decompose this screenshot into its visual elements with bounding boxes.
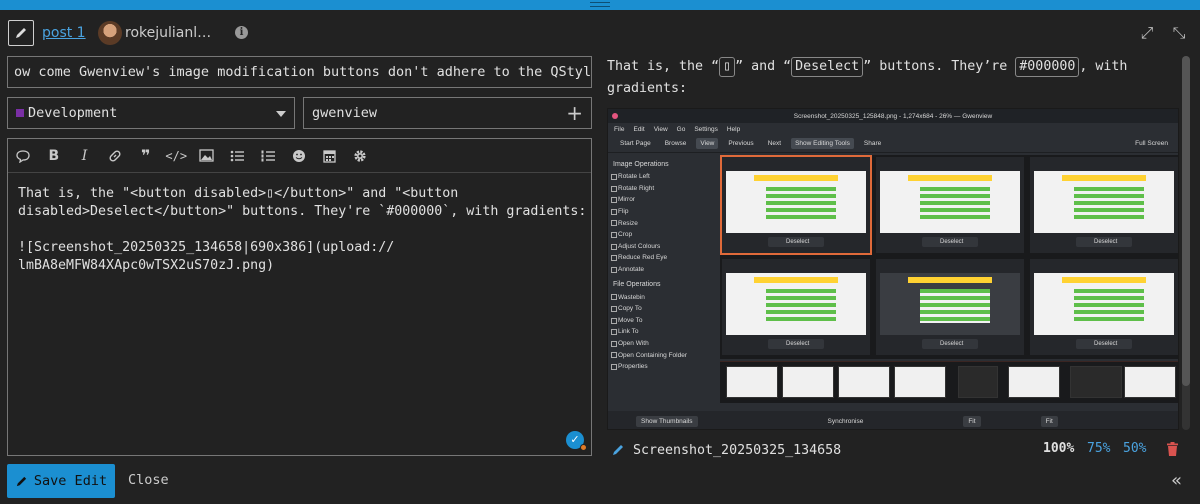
tag-input[interactable]: gwenview +	[303, 97, 592, 129]
chevron-down-icon	[276, 111, 286, 117]
app-icon	[612, 113, 618, 119]
resize-grip-icon[interactable]	[590, 2, 610, 7]
preview-pane: That is, the “▯” and “Deselect” buttons.…	[607, 57, 1128, 96]
quote-icon[interactable]: ❞	[130, 139, 161, 173]
embedded-screenshot[interactable]: Screenshot_20250325_125848.png - 1,274x6…	[607, 108, 1179, 430]
trash-icon[interactable]	[1167, 442, 1178, 456]
topic-title-input[interactable]: ow come Gwenview's image modification bu…	[7, 56, 592, 88]
collapse-icon[interactable]: ⤡	[1170, 24, 1188, 42]
double-chevron-left-icon[interactable]: «	[1171, 470, 1182, 491]
image-caption: Screenshot_20250325_134658 100% 75% 50%	[607, 438, 1179, 462]
zoom-50-link[interactable]: 50%	[1123, 441, 1146, 456]
close-button[interactable]: Close	[128, 472, 169, 488]
pencil-icon[interactable]	[611, 443, 625, 457]
editor-textarea[interactable]: That is, the "<button disabled>▯</button…	[18, 185, 586, 275]
image-icon[interactable]	[192, 139, 223, 173]
gwenview-image-grid: Deselect Deselect Deselect Deselect Dese…	[720, 155, 1178, 359]
gwenview-statusbar: Show Thumbnails Synchronise Fit Fit	[608, 411, 1178, 429]
category-select[interactable]: Development	[7, 97, 295, 129]
gwenview-titlebar: Screenshot_20250325_125848.png - 1,274x6…	[608, 109, 1178, 123]
category-label: Development	[28, 105, 118, 121]
italic-icon[interactable]: I	[69, 139, 100, 173]
post-link[interactable]: post 1	[42, 25, 86, 41]
zoom-75-link[interactable]: 75%	[1087, 441, 1110, 456]
username: rokejulianl…	[125, 25, 212, 41]
tag-value: gwenview	[312, 105, 378, 121]
pencil-icon	[16, 476, 27, 486]
inline-button-chip: Deselect	[791, 57, 864, 77]
numbered-list-icon[interactable]	[253, 139, 284, 173]
category-color-swatch	[16, 109, 24, 117]
pencil-icon	[16, 28, 26, 38]
bold-icon[interactable]: B	[39, 139, 70, 173]
inline-code-chip: #000000	[1015, 57, 1080, 77]
avatar	[98, 21, 122, 45]
preview-scrollbar-thumb[interactable]	[1182, 56, 1190, 386]
gwenview-sidebar: Image Operations Rotate Left Rotate Righ…	[608, 155, 718, 403]
editor-toolbar: B I ❞ </>	[8, 139, 591, 173]
zoom-100-link[interactable]: 100%	[1043, 441, 1074, 456]
link-icon[interactable]	[100, 139, 131, 173]
gwenview-thumbnail-strip	[720, 361, 1178, 403]
composer-resize-strip[interactable]	[0, 0, 1200, 10]
gear-icon[interactable]	[345, 139, 376, 173]
bullet-list-icon[interactable]	[222, 139, 253, 173]
edit-mode-button[interactable]	[8, 20, 34, 46]
calendar-icon[interactable]	[314, 139, 345, 173]
save-edit-button[interactable]: Save Edit	[7, 464, 115, 498]
speech-bubble-icon[interactable]	[8, 139, 39, 173]
status-dot	[580, 444, 587, 451]
composer-header: post 1 rokejulianl… i ⤢ ⤡	[0, 10, 1200, 56]
gwenview-menubar: File Edit View Go Settings Help	[614, 125, 741, 133]
plus-icon[interactable]: +	[566, 101, 583, 125]
expand-icon[interactable]: ⤢	[1138, 24, 1156, 42]
inline-button-chip: ▯	[719, 57, 736, 77]
info-icon[interactable]: i	[235, 26, 248, 39]
image-filename: Screenshot_20250325_134658	[633, 442, 842, 458]
composer-editor[interactable]: B I ❞ </> That is, the "<button disabled…	[7, 138, 592, 456]
gwenview-toolbar: Start Page Browse View Previous Next Show Edi…	[608, 135, 1178, 153]
code-icon[interactable]: </>	[161, 139, 192, 173]
emoji-icon[interactable]	[283, 139, 314, 173]
